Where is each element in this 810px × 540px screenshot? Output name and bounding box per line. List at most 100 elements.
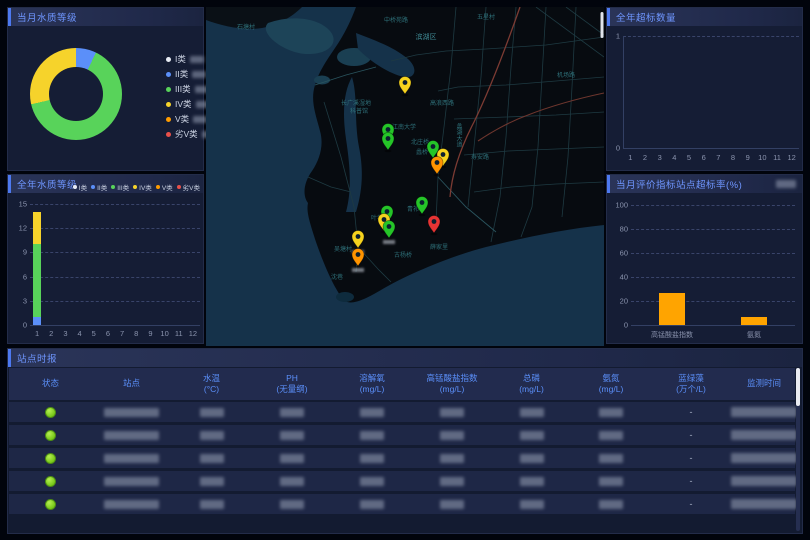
- x-tick-label: 9: [148, 329, 152, 338]
- map-label: 中桥苑路: [384, 16, 408, 24]
- map-label: 高浪西路: [430, 99, 454, 107]
- cell-溶解氧: [332, 408, 412, 417]
- cell-状态: [9, 430, 92, 441]
- cell-水温: [171, 408, 252, 417]
- legend-dot: [166, 132, 171, 137]
- value-redacted: [599, 454, 623, 463]
- table-scrollbar-track[interactable]: [796, 368, 800, 531]
- table-scrollbar-thumb[interactable]: [796, 368, 800, 406]
- station-pin-green[interactable]: [383, 221, 395, 245]
- legend-dot: [166, 87, 171, 92]
- dashboard-root: 当月水质等级 I类II类III类IV类V类劣V类 全年水质等级 I类II类III…: [0, 0, 810, 540]
- gridline: [30, 301, 200, 302]
- value-redacted: [280, 431, 304, 440]
- cell-监测时间: [731, 499, 797, 509]
- cell-高锰酸盐指数: [412, 454, 492, 463]
- cell-PH: [252, 477, 332, 486]
- value-redacted: [440, 477, 464, 486]
- cell-状态: [9, 499, 92, 510]
- col-header-溶解氧: 溶解氧(mg/L): [332, 373, 412, 396]
- value-redacted: [440, 431, 464, 440]
- monthly-rate-chart[interactable]: 020406080100高锰酸盐指数氨氮: [607, 175, 802, 343]
- monitor-time-redacted: [731, 453, 797, 463]
- stacked-bar-segment-III类[interactable]: [33, 244, 41, 317]
- table-row[interactable]: -: [9, 402, 795, 422]
- table-row[interactable]: -: [9, 494, 795, 514]
- x-tick-label: 4: [672, 153, 676, 162]
- legend-item-IV类[interactable]: IV类: [166, 99, 210, 109]
- cell-高锰酸盐指数: [412, 500, 492, 509]
- gridline: [631, 205, 795, 206]
- legend-label: IV类: [175, 98, 192, 110]
- map-label: 蠡桥: [416, 148, 428, 156]
- value-redacted: [520, 408, 544, 417]
- value-redacted: [440, 454, 464, 463]
- station-pin-orange[interactable]: [352, 249, 364, 273]
- y-tick-label: 1: [616, 32, 620, 41]
- panel-header: 当月水质等级: [8, 8, 203, 26]
- cell-站点: [92, 477, 171, 486]
- value-redacted: [520, 500, 544, 509]
- map-scrollbar-thumb[interactable]: [601, 12, 604, 38]
- legend-item-II类[interactable]: II类: [166, 69, 206, 79]
- gridline: [631, 229, 795, 230]
- value-redacted: [360, 454, 384, 463]
- x-tick-label: 11: [773, 153, 781, 162]
- legend-item-V类[interactable]: V类: [166, 114, 207, 124]
- x-tick-label: 12: [189, 329, 197, 338]
- annual-grade-stacked-chart[interactable]: 03691215123456789101112: [8, 175, 203, 343]
- stacked-bar-segment-II类[interactable]: [33, 317, 41, 325]
- algae-value: -: [690, 407, 693, 417]
- gridline: [30, 277, 200, 278]
- value-redacted: [599, 408, 623, 417]
- x-tick-label: 6: [106, 329, 110, 338]
- cell-氨氮: [571, 454, 651, 463]
- table-row[interactable]: -: [9, 471, 795, 491]
- legend-item-III类[interactable]: III类: [166, 84, 209, 94]
- legend-dot: [166, 72, 171, 77]
- y-tick-label: 40: [620, 273, 628, 282]
- algae-value: -: [690, 453, 693, 463]
- cell-氨氮: [571, 477, 651, 486]
- cell-蓝绿藻: -: [651, 476, 731, 486]
- gridline: [631, 277, 795, 278]
- cell-溶解氧: [332, 477, 412, 486]
- cell-PH: [252, 431, 332, 440]
- map-label: 蠡湖大道: [455, 122, 462, 148]
- cell-PH: [252, 408, 332, 417]
- annual-exceed-chart[interactable]: 10123456789101112: [607, 8, 802, 170]
- x-tick-label: 2: [49, 329, 53, 338]
- x-tick-label: 6: [702, 153, 706, 162]
- cell-高锰酸盐指数: [412, 431, 492, 440]
- cell-氨氮: [571, 500, 651, 509]
- table-row[interactable]: -: [9, 448, 795, 468]
- value-redacted: [280, 500, 304, 509]
- rate-bar-高锰酸盐指数[interactable]: [659, 293, 685, 325]
- status-dot-normal: [45, 453, 56, 464]
- rate-bar-氨氮[interactable]: [741, 317, 767, 325]
- map-label: 长广溪湿地: [341, 99, 371, 107]
- station-name-redacted: [104, 500, 159, 509]
- map-canvas: 石塘村中桥苑路滨湖区五星村机场路高浪西路寿安路江南大学北庄桥蠡桥长广溪湿地科普馆…: [206, 7, 604, 346]
- map-label: 江南大学: [392, 123, 416, 131]
- cell-总磷: [492, 408, 571, 417]
- status-dot-normal: [45, 407, 56, 418]
- algae-value: -: [690, 499, 693, 509]
- stacked-bar-segment-IV类[interactable]: [33, 212, 41, 244]
- station-name-redacted: [104, 408, 159, 417]
- station-name-redacted: [104, 431, 159, 440]
- table-header: 站点时报: [8, 349, 802, 367]
- legend-value-redacted: [190, 56, 204, 63]
- status-dot-normal: [45, 430, 56, 441]
- col-header-监测时间: 监测时间: [731, 378, 797, 389]
- y-tick-label: 80: [620, 225, 628, 234]
- table-row[interactable]: -: [9, 425, 795, 445]
- x-tick-label: 5: [687, 153, 691, 162]
- legend-item-I类[interactable]: I类: [166, 54, 204, 64]
- cell-高锰酸盐指数: [412, 477, 492, 486]
- legend-label: II类: [175, 68, 188, 80]
- map-panel[interactable]: 石塘村中桥苑路滨湖区五星村机场路高浪西路寿安路江南大学北庄桥蠡桥长广溪湿地科普馆…: [206, 7, 604, 346]
- cell-监测时间: [731, 430, 797, 440]
- y-tick-label: 0: [23, 321, 27, 330]
- map-label: 科普馆: [350, 107, 368, 115]
